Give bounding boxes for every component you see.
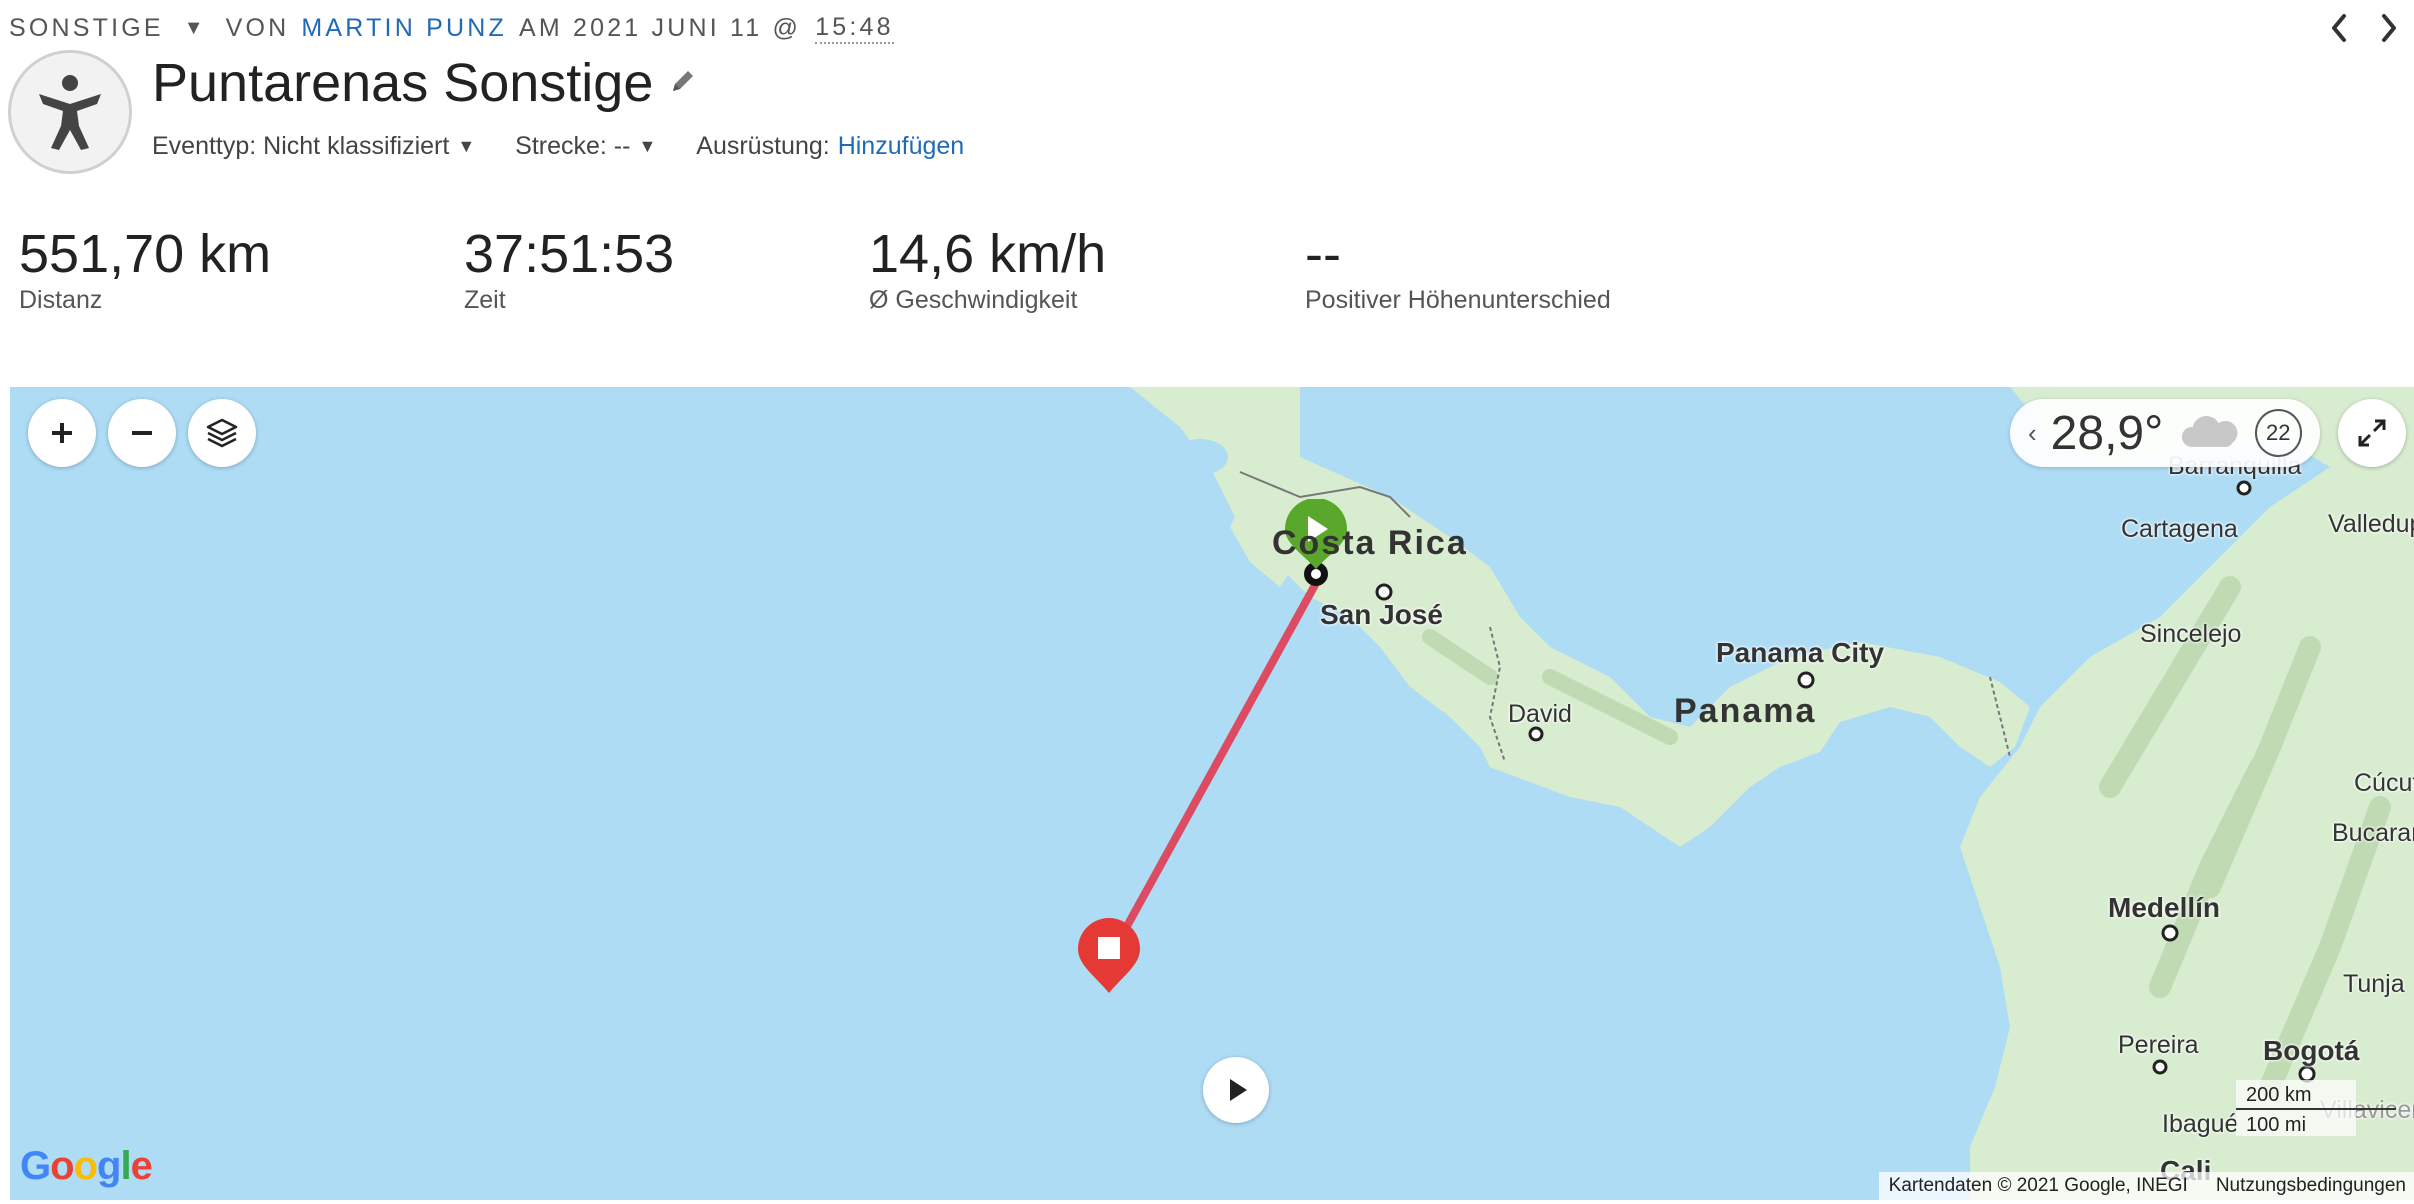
- map-attribution: Kartendaten © 2021 Google, INEGI Nutzung…: [1878, 1172, 2414, 1200]
- category-label[interactable]: SONSTIGE: [9, 14, 164, 43]
- stat-time: 37:51:53 Zeit: [464, 220, 674, 315]
- expand-icon: [2358, 419, 2386, 447]
- author-link[interactable]: MARTIN PUNZ: [301, 14, 507, 43]
- date-label: AM 2021 JUNI 11 @: [518, 13, 802, 42]
- category-dropdown-icon[interactable]: ▼: [184, 17, 204, 40]
- plus-icon: [52, 423, 72, 443]
- city-label-ibague: Ibagué: [2162, 1110, 2239, 1138]
- wind-speed: 22: [2266, 420, 2291, 445]
- scale-line: [2236, 1108, 2396, 1110]
- scale-km: 200 km: [2246, 1084, 2312, 1106]
- stat-value: 37:51:53: [464, 224, 675, 284]
- city-label-san-jose: San José: [1320, 599, 1443, 630]
- scale-mi: 100 mi: [2246, 1114, 2307, 1136]
- route-map[interactable]: Costa Rica Panama San José Panama City D…: [10, 387, 2414, 1200]
- stat-elevation: -- Positiver Höhenunterschied: [1305, 220, 1611, 315]
- city-label-bogota: Bogotá: [2263, 1035, 2360, 1066]
- minus-icon: [132, 431, 152, 435]
- stat-distance: 551,70 km Distanz: [19, 220, 271, 315]
- event-type-dropdown[interactable]: Eventtyp: Nicht klassifiziert ▼: [152, 132, 475, 161]
- pencil-icon[interactable]: [669, 67, 697, 100]
- activity-navigation: [2328, 12, 2400, 49]
- stat-label: Zeit: [464, 286, 506, 314]
- stat-label: Ø Geschwindigkeit: [869, 286, 1078, 314]
- play-icon: [1230, 1079, 1247, 1101]
- city-label-medellin: Medellín: [2108, 892, 2221, 923]
- expand-map-button[interactable]: [2338, 399, 2406, 467]
- zoom-out-button[interactable]: [108, 399, 176, 467]
- person-activity-icon: [8, 50, 132, 174]
- activity-meta: Eventtyp: Nicht klassifiziert ▼ Strecke:…: [152, 132, 964, 161]
- event-type-label: Eventtyp: Nicht klassifiziert: [152, 132, 450, 160]
- gear-field: Ausrüstung: Hinzufügen: [696, 132, 964, 161]
- course-label: Strecke: --: [515, 132, 631, 160]
- attribution-text: Kartendaten © 2021 Google, INEGI: [1888, 1175, 2188, 1196]
- page-title: Puntarenas Sonstige: [152, 53, 654, 113]
- city-label-cartagena: Cartagena: [2121, 515, 2238, 543]
- weather-widget[interactable]: ‹ 28,9° 22: [2010, 399, 2320, 467]
- stat-value: --: [1305, 224, 1341, 284]
- city-label-pereira: Pereira: [2118, 1031, 2199, 1059]
- chevron-left-icon[interactable]: ‹: [2028, 418, 2037, 449]
- chevron-down-icon: ▼: [638, 136, 657, 156]
- weather-temperature: 28,9°: [2050, 406, 2164, 460]
- by-label: VON: [225, 13, 290, 42]
- end-marker[interactable]: [1076, 915, 1142, 995]
- wind-indicator: 22: [2254, 409, 2302, 457]
- course-dropdown[interactable]: Strecke: -- ▼: [515, 132, 656, 161]
- country-label-panama: Panama: [1674, 692, 1817, 730]
- stat-speed: 14,6 km/h Ø Geschwindigkeit: [869, 220, 1106, 315]
- city-label-sincelejo: Sincelejo: [2140, 620, 2242, 648]
- cloud-icon: [2182, 415, 2238, 447]
- terms-link[interactable]: Nutzungsbedingungen: [2216, 1175, 2406, 1197]
- chevron-left-icon[interactable]: [2328, 12, 2350, 49]
- city-label-tunja: Tunja: [2343, 970, 2405, 998]
- time-label[interactable]: 15:48: [815, 13, 894, 44]
- stat-value: 551,70 km: [19, 224, 272, 284]
- layers-icon: [206, 418, 238, 448]
- chevron-down-icon: ▼: [457, 136, 476, 156]
- city-label-panama-city: Panama City: [1716, 637, 1885, 668]
- city-label-david: David: [1508, 700, 1572, 728]
- stat-label: Distanz: [19, 286, 103, 314]
- playback-button[interactable]: [1203, 1057, 1269, 1123]
- google-logo: Google: [20, 1144, 153, 1188]
- zoom-in-button[interactable]: [28, 399, 96, 467]
- chevron-right-icon[interactable]: [2378, 12, 2400, 49]
- city-label-cucuta: Cúcuta: [2354, 769, 2414, 797]
- add-gear-link[interactable]: Hinzufügen: [838, 132, 964, 161]
- gear-label: Ausrüstung:: [696, 132, 830, 160]
- country-label-costa-rica: Costa Rica: [1272, 524, 1468, 562]
- activity-breadcrumb: SONSTIGE ▼ VON MARTIN PUNZ AM 2021 JUNI …: [9, 10, 894, 46]
- stats-bar: 551,70 km Distanz 37:51:53 Zeit 14,6 km/…: [0, 220, 2414, 320]
- city-label-valledupar: Valledupar: [2328, 510, 2414, 538]
- map-scale: 200 km 100 mi: [2236, 1080, 2406, 1140]
- stat-label: Positiver Höhenunterschied: [1305, 286, 1611, 314]
- title-row: Puntarenas Sonstige: [152, 52, 697, 114]
- city-label-bucaramanga: Bucaramanga: [2332, 819, 2414, 847]
- stat-value: 14,6 km/h: [869, 224, 1107, 284]
- layers-button[interactable]: [188, 399, 256, 467]
